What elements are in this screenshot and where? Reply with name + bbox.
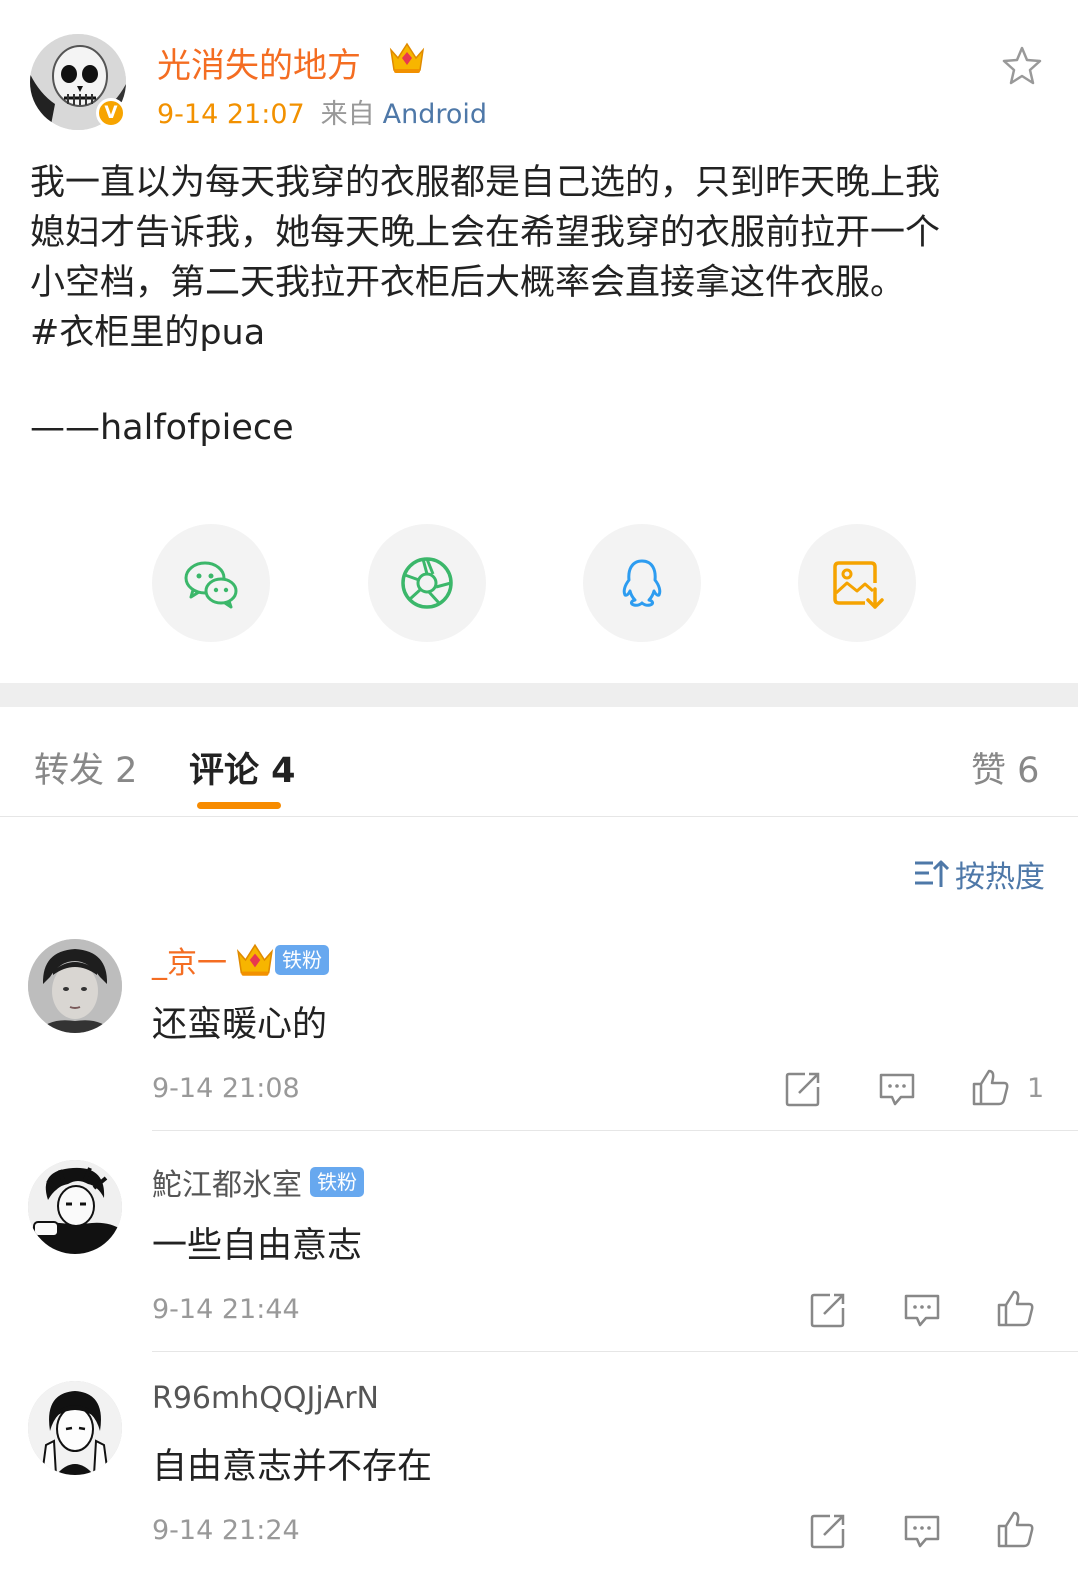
commenter-name-row: _京一 铁粉 [152, 938, 329, 982]
tab-likes[interactable]: 赞 6 [971, 742, 1039, 793]
author-avatar[interactable]: V [30, 34, 126, 130]
tab-comments[interactable]: 评论 4 [189, 742, 296, 793]
comment-text: 自由意志并不存在 [152, 1447, 433, 1487]
commenter-avatar[interactable] [28, 1160, 122, 1254]
like-count: 1 [1027, 1073, 1045, 1104]
share-wechat-button[interactable] [152, 524, 270, 642]
author-name[interactable]: 光消失的地方 [157, 38, 361, 87]
comment-time: 9-14 21:44 [152, 1294, 300, 1325]
post-text-line: 我一直以为每天我穿的衣服都是自己选的，只到昨天晚上我 [30, 163, 941, 203]
crown-vip-icon[interactable] [388, 40, 426, 76]
share-moments-button[interactable] [368, 524, 486, 642]
repost-icon[interactable] [783, 1069, 823, 1109]
comment-icon[interactable] [902, 1290, 942, 1330]
tab-repost[interactable]: 转发 2 [34, 742, 137, 793]
post-time: 9-14 21:07 [157, 99, 305, 130]
save-image-icon [833, 561, 884, 609]
section-divider [0, 683, 1078, 707]
comment-time: 9-14 21:08 [152, 1073, 300, 1104]
comment-time: 9-14 21:24 [152, 1515, 300, 1546]
wechat-icon [184, 561, 238, 609]
crown-vip-icon[interactable] [235, 940, 275, 980]
commenter-avatar[interactable] [28, 939, 122, 1033]
comment-icon[interactable] [902, 1511, 942, 1551]
qq-icon [622, 559, 662, 607]
commenter-name-row: 鮀江都氷室 铁粉 [152, 1160, 364, 1204]
like-icon[interactable] [995, 1509, 1035, 1549]
like-icon[interactable] [970, 1067, 1010, 1107]
like-icon[interactable] [995, 1288, 1035, 1328]
iron-fan-badge[interactable]: 铁粉 [275, 945, 329, 975]
comment-divider [152, 1130, 1078, 1131]
comment-text: 一些自由意志 [152, 1226, 363, 1266]
share-qq-button[interactable] [583, 524, 701, 642]
post-text-line: 小空档，第二天我拉开衣柜后大概率会直接拿这件衣服。 [30, 263, 906, 303]
comment-icon[interactable] [877, 1069, 917, 1109]
commenter-name[interactable]: 鮀江都氷室 [152, 1160, 302, 1204]
iron-fan-badge[interactable]: 铁粉 [310, 1167, 364, 1197]
repost-icon[interactable] [808, 1290, 848, 1330]
commenter-name[interactable]: R96mhQQJjArN [152, 1381, 379, 1416]
post-signature: ——halfofpiece [30, 408, 294, 448]
sort-icon [915, 860, 949, 887]
comment-text: 还蛮暖心的 [152, 1005, 328, 1045]
tabs-border [0, 816, 1078, 817]
save-image-button[interactable] [798, 524, 916, 642]
post-text-line: 媳妇才告诉我，她每天晚上会在希望我穿的衣服前拉开一个 [30, 213, 941, 253]
sort-by-hot-button[interactable]: 按热度 [913, 852, 1045, 896]
commenter-avatar[interactable] [28, 1381, 122, 1475]
sort-label: 按热度 [955, 860, 1045, 895]
post-source[interactable]: Android [383, 99, 487, 130]
moments-icon [401, 557, 453, 609]
commenter-name-row: R96mhQQJjArN [152, 1381, 379, 1416]
commenter-name[interactable]: _京一 [152, 938, 227, 982]
repost-icon[interactable] [808, 1511, 848, 1551]
post-meta: 9-14 21:07 来自 Android [157, 92, 487, 131]
comment-divider [152, 1351, 1078, 1352]
hashtag-link[interactable]: #衣柜里的pua [30, 308, 1040, 358]
favorite-star-icon[interactable] [1000, 44, 1044, 88]
post-text: 我一直以为每天我穿的衣服都是自己选的，只到昨天晚上我 媳妇才告诉我，她每天晚上会… [30, 158, 1040, 358]
active-tab-indicator [197, 802, 281, 809]
verified-badge: V [96, 98, 126, 128]
source-prefix: 来自 [320, 99, 375, 130]
